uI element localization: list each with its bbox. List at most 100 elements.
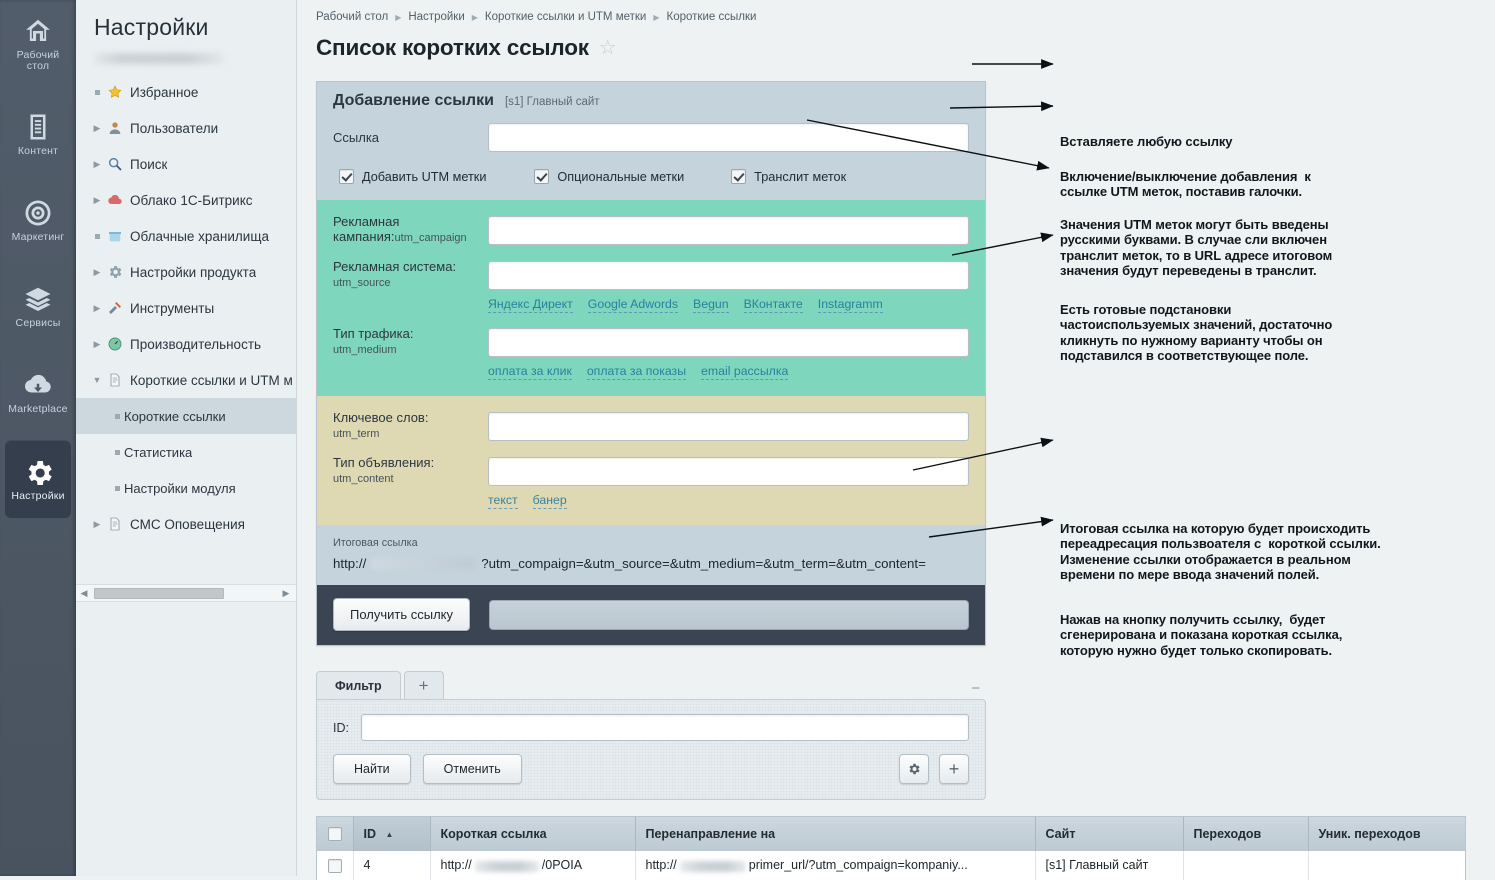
- menu-item-5[interactable]: ▶Настройки продукта: [76, 254, 296, 290]
- result-link-section: Итоговая ссылка http:// ?utm_compaign=&u…: [317, 525, 985, 585]
- menu-horizontal-scrollbar[interactable]: ◀ ▶: [76, 584, 296, 602]
- scroll-right-icon[interactable]: ▶: [278, 588, 294, 599]
- column-header-id[interactable]: ID ▲: [353, 817, 430, 851]
- rail-item-marketing[interactable]: Маркетинг: [0, 182, 76, 258]
- select-all-checkbox[interactable]: [328, 827, 342, 841]
- menu-item-10[interactable]: Статистика: [76, 434, 296, 470]
- collapse-filter-icon[interactable]: −: [971, 685, 980, 693]
- checkmark-icon: [731, 169, 746, 184]
- menu-item-3[interactable]: ▶Облако 1С-Битрикс: [76, 182, 296, 218]
- table-row[interactable]: 4 http:// /0POIA http://primer_url/?utm_c…: [317, 851, 1465, 880]
- menu-item-0[interactable]: Избранное: [76, 74, 296, 110]
- menu-item-7[interactable]: ▶Производительность: [76, 326, 296, 362]
- preset-utm-medium-1[interactable]: оплата за показы: [587, 364, 686, 380]
- utm-content-input[interactable]: [488, 457, 969, 486]
- column-header-short-link[interactable]: Короткая ссылка: [430, 817, 635, 851]
- rail-item-settings[interactable]: Настройки: [5, 440, 71, 518]
- tab-filter[interactable]: Фильтр: [316, 671, 401, 699]
- menu-item-2[interactable]: ▶Поиск: [76, 146, 296, 182]
- chevron-right-icon[interactable]: ▶: [90, 519, 104, 530]
- document-icon: [23, 112, 53, 142]
- rail-item-services[interactable]: Сервисы: [0, 268, 76, 344]
- preset-utm-medium-0[interactable]: оплата за клик: [488, 364, 572, 380]
- find-button[interactable]: Найти: [333, 754, 411, 784]
- menu-item-label: Облачные хранилища: [130, 229, 269, 244]
- short-link-output[interactable]: [489, 600, 969, 630]
- utm-source-label-text: Рекламная система:: [333, 259, 456, 274]
- preset-utm-source-1[interactable]: Google Adwords: [588, 297, 678, 313]
- preset-utm-medium-2[interactable]: email рассылка: [701, 364, 788, 380]
- menu-item-12[interactable]: ▶СМС Оповещения: [76, 506, 296, 542]
- chevron-right-icon[interactable]: ▶: [90, 267, 104, 278]
- breadcrumb-item-2[interactable]: Короткие ссылки и UTM метки: [485, 11, 646, 23]
- cell-id: 4: [353, 851, 430, 880]
- filter-add-plus-icon[interactable]: +: [939, 754, 969, 784]
- row-checkbox[interactable]: [328, 859, 342, 873]
- utm-term-label-text: Ключевое слов:: [333, 410, 428, 425]
- chevron-right-icon[interactable]: ▶: [90, 339, 104, 350]
- scroll-left-icon[interactable]: ◀: [76, 588, 92, 599]
- menu-item-label: Инструменты: [130, 301, 214, 316]
- preset-utm-source-0[interactable]: Яндекс Директ: [488, 297, 573, 313]
- form-header-section: Добавление ссылки [s1] Главный сайт Ссыл…: [317, 82, 985, 200]
- checkmark-icon: [339, 169, 354, 184]
- filter-id-row: ID:: [333, 714, 969, 741]
- preset-utm-content-1[interactable]: банер: [533, 493, 567, 509]
- utm-term-input[interactable]: [488, 412, 969, 441]
- breadcrumb-item-0[interactable]: Рабочий стол: [316, 11, 388, 23]
- add-filter-tab-button[interactable]: +: [404, 671, 444, 699]
- chevron-right-icon[interactable]: ▶: [90, 159, 104, 170]
- chevron-right-icon[interactable]: ▶: [90, 123, 104, 134]
- checkbox-translit[interactable]: Транслит меток: [731, 169, 846, 184]
- checkbox-optional-tags[interactable]: Опциональные метки: [534, 169, 684, 184]
- rail-item-desktop[interactable]: Рабочий стол: [0, 6, 76, 82]
- scroll-thumb[interactable]: [94, 588, 224, 599]
- cancel-button[interactable]: Отменить: [423, 754, 522, 784]
- short-links-table: ID ▲ Короткая ссылка Перенаправление на …: [316, 816, 1466, 880]
- utm-source-input[interactable]: [488, 261, 969, 290]
- checkbox-translit-label: Транслит меток: [754, 170, 846, 184]
- column-header-clicks[interactable]: Переходов: [1183, 817, 1308, 851]
- select-all-header[interactable]: [317, 817, 353, 851]
- column-header-unique-clicks[interactable]: Уник. переходов: [1308, 817, 1465, 851]
- cell-short-link-prefix: http://: [441, 858, 472, 872]
- checkbox-add-utm[interactable]: Добавить UTM метки: [339, 169, 486, 184]
- menu-item-8[interactable]: ▼Короткие ссылки и UTM м: [76, 362, 296, 398]
- cell-short-link[interactable]: http:// /0POIA: [430, 851, 635, 880]
- menu-item-6[interactable]: ▶ Инструменты: [76, 290, 296, 326]
- preset-utm-source-2[interactable]: Begun: [693, 297, 729, 313]
- chevron-right-icon[interactable]: ▶: [90, 195, 104, 206]
- menu-item-4[interactable]: Облачные хранилища: [76, 218, 296, 254]
- result-link-label: Итоговая ссылка: [333, 537, 969, 549]
- menu-item-9[interactable]: Короткие ссылки: [76, 398, 296, 434]
- utm-content-presets: текст банер: [488, 493, 969, 509]
- bullet-icon: [110, 450, 124, 455]
- utm-source-row: Рекламная система: utm_source: [333, 259, 969, 291]
- preset-utm-content-0[interactable]: текст: [488, 493, 518, 509]
- get-link-button[interactable]: Получить ссылку: [333, 598, 470, 631]
- link-input[interactable]: [488, 123, 969, 152]
- utm-campaign-input[interactable]: [488, 216, 969, 245]
- column-header-id-label: ID: [364, 827, 377, 841]
- rail-item-marketplace[interactable]: Marketplace: [0, 354, 76, 430]
- breadcrumb-item-3[interactable]: Короткие ссылки: [667, 11, 757, 23]
- filter-id-input[interactable]: [361, 714, 969, 741]
- cell-redirect[interactable]: http://primer_url/?utm_compaign=kompaniy…: [635, 851, 1035, 880]
- cell-short-link-suffix: /0POIA: [542, 858, 582, 872]
- main-content: Рабочий стол▶Настройки▶Короткие ссылки и…: [297, 0, 1495, 876]
- column-header-redirect[interactable]: Перенаправление на: [635, 817, 1035, 851]
- utm-required-section: Рекламная кампания:utm_campaign Рекламна…: [317, 200, 985, 396]
- breadcrumb-item-1[interactable]: Настройки: [408, 11, 464, 23]
- preset-utm-source-3[interactable]: ВКонтакте: [744, 297, 803, 313]
- star-outline-icon[interactable]: ☆: [599, 38, 617, 58]
- filter-settings-gear-icon[interactable]: [899, 754, 929, 784]
- chevron-right-icon[interactable]: ▶: [90, 303, 104, 314]
- chevron-down-icon[interactable]: ▼: [90, 375, 104, 385]
- row-select-cell[interactable]: [317, 851, 353, 880]
- utm-medium-input[interactable]: [488, 328, 969, 357]
- preset-utm-source-4[interactable]: Instagramm: [818, 297, 883, 313]
- menu-item-1[interactable]: ▶Пользователи: [76, 110, 296, 146]
- rail-item-content[interactable]: Контент: [0, 96, 76, 172]
- menu-item-11[interactable]: Настройки модуля: [76, 470, 296, 506]
- column-header-site[interactable]: Сайт: [1035, 817, 1183, 851]
